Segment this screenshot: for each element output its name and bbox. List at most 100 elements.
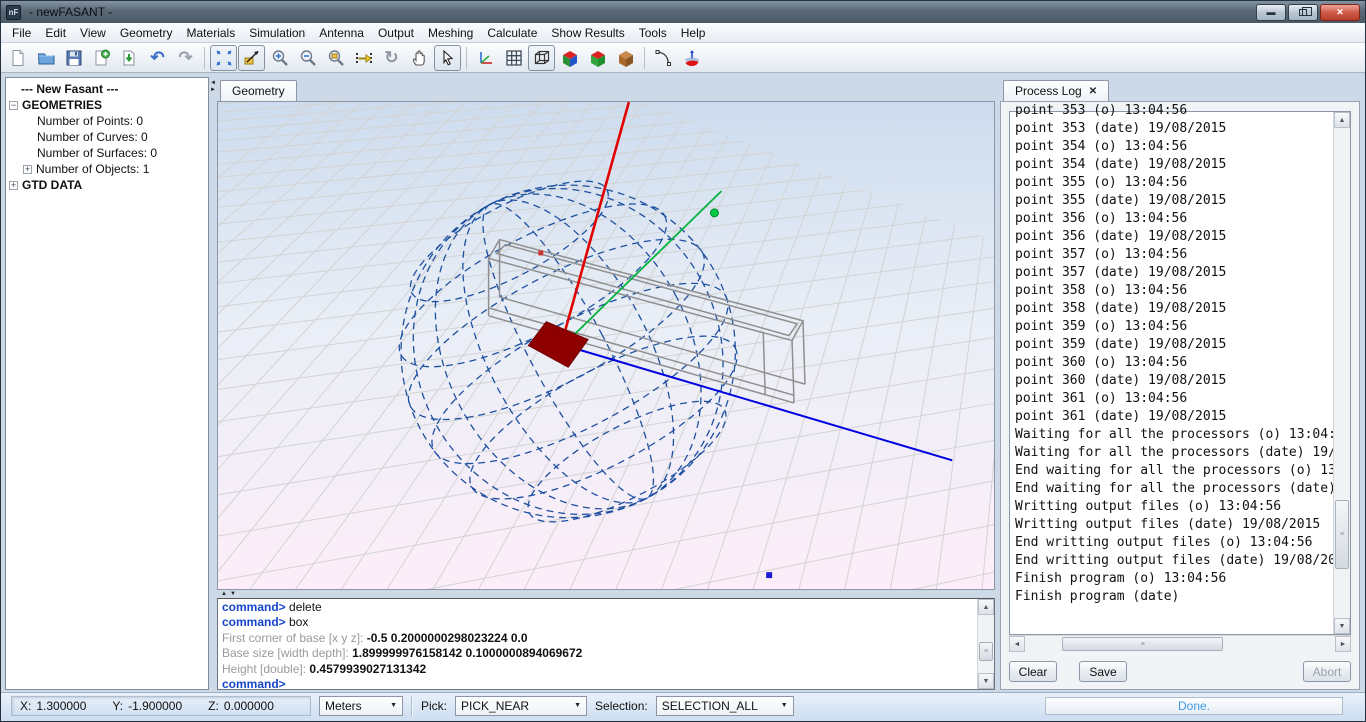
new-file-button[interactable] xyxy=(4,45,31,71)
menu-view[interactable]: View xyxy=(73,24,113,42)
menu-calculate[interactable]: Calculate xyxy=(480,24,544,42)
window-bottom-edge xyxy=(1,718,1365,721)
zoom-out-button[interactable] xyxy=(294,45,321,71)
save-log-button[interactable]: Save xyxy=(1079,661,1127,682)
scroll-up-icon[interactable]: ▲ xyxy=(1334,112,1350,128)
redo-icon: ↷ xyxy=(178,49,192,66)
restore-button[interactable] xyxy=(1288,4,1318,21)
y-label: Y: xyxy=(112,699,123,713)
toolbar-separator xyxy=(644,47,645,69)
app-icon: nF xyxy=(6,5,21,20)
wireframe-view-button[interactable] xyxy=(528,45,555,71)
toolbar-separator xyxy=(204,47,205,69)
new-file-icon xyxy=(9,49,27,67)
menu-edit[interactable]: Edit xyxy=(38,24,73,42)
command-console: command> deletecommand> boxFirst corner … xyxy=(217,598,995,690)
close-button[interactable]: ✕ xyxy=(1320,4,1360,21)
tree-splitter[interactable]: ◄► xyxy=(209,77,217,690)
menu-show-results[interactable]: Show Results xyxy=(544,24,631,42)
menu-simulation[interactable]: Simulation xyxy=(242,24,312,42)
add-geometry-button[interactable] xyxy=(88,45,115,71)
scroll-down-icon[interactable]: ▼ xyxy=(1334,618,1350,634)
save-button[interactable] xyxy=(60,45,87,71)
zoom-geometry-icon xyxy=(243,49,261,67)
shaded-view-1-button[interactable] xyxy=(556,45,583,71)
zoom-geometry-button[interactable] xyxy=(238,45,265,71)
menu-tools[interactable]: Tools xyxy=(632,24,674,42)
x-value: 1.300000 xyxy=(36,699,86,713)
axes-view-button[interactable] xyxy=(472,45,499,71)
pick-dropdown[interactable]: PICK_NEAR▼ xyxy=(455,696,587,716)
menu-antenna[interactable]: Antenna xyxy=(312,24,371,42)
move-view-button[interactable] xyxy=(350,45,377,71)
tree-item-gtd-data[interactable]: GTD DATA xyxy=(22,178,82,192)
scroll-up-icon[interactable]: ▲ xyxy=(978,599,994,615)
menu-geometry[interactable]: Geometry xyxy=(113,24,180,42)
scroll-left-icon[interactable]: ◄ xyxy=(1009,636,1025,652)
select-pointer-button[interactable] xyxy=(434,45,461,71)
pick-label: Pick: xyxy=(421,699,447,713)
units-dropdown[interactable]: Meters▼ xyxy=(319,696,403,716)
rotate-view-button[interactable]: ↻ xyxy=(378,45,405,71)
log-scroll-thumb[interactable]: ≡ xyxy=(1335,500,1349,569)
tree-item-curves[interactable]: Number of Curves: 0 xyxy=(37,130,148,144)
tree-item-points[interactable]: Number of Points: 0 xyxy=(37,114,143,128)
collapse-icon[interactable]: − xyxy=(9,101,18,110)
zoom-in-button[interactable] xyxy=(266,45,293,71)
scroll-right-icon[interactable]: ► xyxy=(1335,636,1351,652)
redo-button[interactable]: ↷ xyxy=(172,45,199,71)
process-log-text[interactable]: point 353 (o) 13:04:56point 353 (date) 1… xyxy=(1010,102,1333,634)
solid-view-button[interactable] xyxy=(612,45,639,71)
tree-root[interactable]: --- New Fasant --- xyxy=(21,82,118,96)
log-hscrollbar[interactable]: ◄ ≡ ► xyxy=(1009,635,1351,652)
menu-help[interactable]: Help xyxy=(674,24,713,42)
selection-dropdown[interactable]: SELECTION_ALL▼ xyxy=(656,696,794,716)
console-scroll-thumb[interactable]: ≡ xyxy=(979,642,993,662)
zoom-out-icon xyxy=(299,49,317,67)
process-log-frame: point 353 (o) 13:04:56point 353 (date) 1… xyxy=(1009,111,1351,635)
menu-materials[interactable]: Materials xyxy=(180,24,243,42)
antenna-tool-icon xyxy=(683,49,701,67)
app-window: nF - newFASANT - ▬ ✕ File Edit View Geom… xyxy=(0,0,1366,722)
minimize-button[interactable]: ▬ xyxy=(1256,4,1286,21)
grid-view-button[interactable] xyxy=(500,45,527,71)
expand-icon[interactable]: + xyxy=(23,165,32,174)
scroll-down-icon[interactable]: ▼ xyxy=(978,673,994,689)
import-geometry-button[interactable] xyxy=(116,45,143,71)
geometry-tab-bar: Geometry xyxy=(217,77,995,101)
tree-item-geometries[interactable]: GEOMETRIES xyxy=(22,98,102,112)
clear-button[interactable]: Clear xyxy=(1009,661,1057,682)
tree-item-surfaces[interactable]: Number of Surfaces: 0 xyxy=(37,146,157,160)
log-hscroll-thumb[interactable]: ≡ xyxy=(1062,637,1223,651)
menu-bar: File Edit View Geometry Materials Simula… xyxy=(1,23,1365,43)
selection-value: SELECTION_ALL xyxy=(662,699,758,713)
console-vscrollbar[interactable]: ▲ ≡ ▼ xyxy=(977,599,994,689)
shaded-cube-1-icon xyxy=(561,49,579,67)
curve-tool-button[interactable] xyxy=(650,45,677,71)
geometry-viewport[interactable] xyxy=(217,101,995,590)
add-geometry-icon xyxy=(93,49,111,67)
menu-file[interactable]: File xyxy=(5,24,38,42)
tree-item-objects[interactable]: Number of Objects: 1 xyxy=(36,162,149,176)
tab-geometry[interactable]: Geometry xyxy=(220,80,297,101)
chevron-down-icon: ▼ xyxy=(574,702,581,709)
wireframe-cube-icon xyxy=(533,49,551,67)
fit-view-button[interactable] xyxy=(210,45,237,71)
expand-icon[interactable]: + xyxy=(9,181,18,190)
open-file-button[interactable] xyxy=(32,45,59,71)
shaded-view-2-button[interactable] xyxy=(584,45,611,71)
console-text[interactable]: command> deletecommand> boxFirst corner … xyxy=(218,599,977,689)
log-vscrollbar[interactable]: ▲ ≡ ▼ xyxy=(1333,112,1350,634)
zoom-window-button[interactable] xyxy=(322,45,349,71)
tab-process-log[interactable]: Process Log ✕ xyxy=(1003,80,1109,101)
tab-close-icon[interactable]: ✕ xyxy=(1089,86,1097,97)
menu-meshing[interactable]: Meshing xyxy=(421,24,480,42)
splitter-down-icon: ▼ xyxy=(230,591,236,597)
antenna-tool-button[interactable] xyxy=(678,45,705,71)
restore-icon xyxy=(1299,9,1307,16)
pan-view-button[interactable] xyxy=(406,45,433,71)
undo-button[interactable]: ↶ xyxy=(144,45,171,71)
minimize-icon: ▬ xyxy=(1267,7,1276,17)
console-splitter[interactable]: ▲▼ xyxy=(217,590,995,598)
menu-output[interactable]: Output xyxy=(371,24,421,42)
